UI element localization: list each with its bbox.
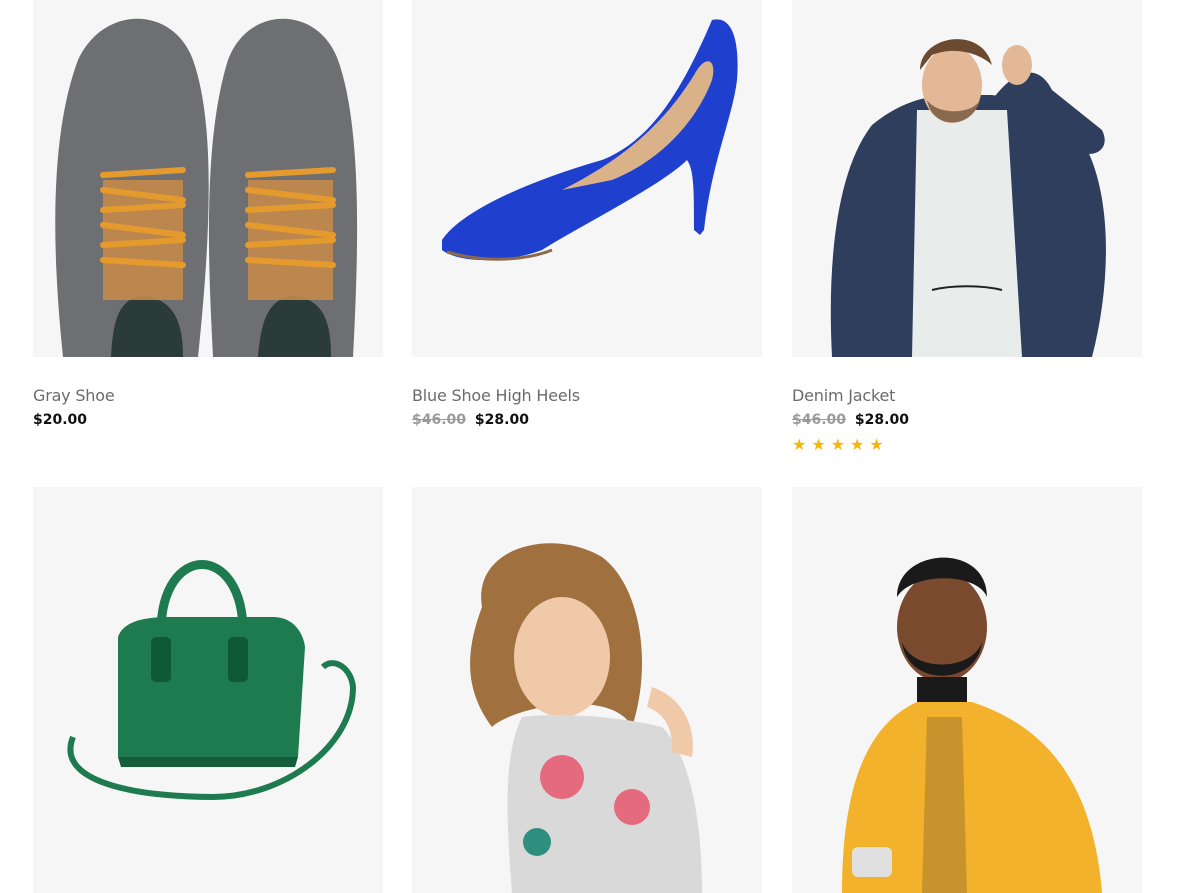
star-icon: ★ [830,437,846,454]
product-title[interactable]: Denim Jacket [792,386,895,405]
star-icon: ★ [792,437,807,454]
woman-floral-top-illustration [412,487,762,893]
blue-high-heel-image[interactable] [412,0,762,357]
star-icon: ★ [850,437,865,454]
man-yellow-jacket-image[interactable] [792,487,1142,893]
woman-floral-top-image[interactable] [412,487,762,893]
product-price-row: $46.00 $28.00 [792,412,909,428]
product-price-row: $20.00 [33,412,87,428]
old-price: $46.00 [412,412,467,428]
gray-shoes-illustration [33,0,383,357]
man-yellow-jacket-illustration [792,487,1142,893]
price: $28.00 [854,412,909,428]
gray-shoes-image[interactable] [33,0,383,357]
price: $20.00 [33,412,88,428]
price: $28.00 [474,412,529,428]
green-handbag-image[interactable] [33,487,383,893]
green-handbag-illustration [33,487,383,893]
blue-high-heel-illustration [412,0,762,357]
denim-jacket-man-illustration [792,0,1142,357]
product-price-row: $46.00 $28.00 [412,412,529,428]
denim-jacket-man-image[interactable] [792,0,1142,357]
star-icon: ★ [811,437,826,454]
rating-stars: ★ ★ ★ ★ ★ [792,438,884,454]
product-title[interactable]: Blue Shoe High Heels [412,386,580,405]
product-title[interactable]: Gray Shoe [33,386,115,405]
star-icon: ★ [869,437,884,454]
old-price: $46.00 [792,412,847,428]
